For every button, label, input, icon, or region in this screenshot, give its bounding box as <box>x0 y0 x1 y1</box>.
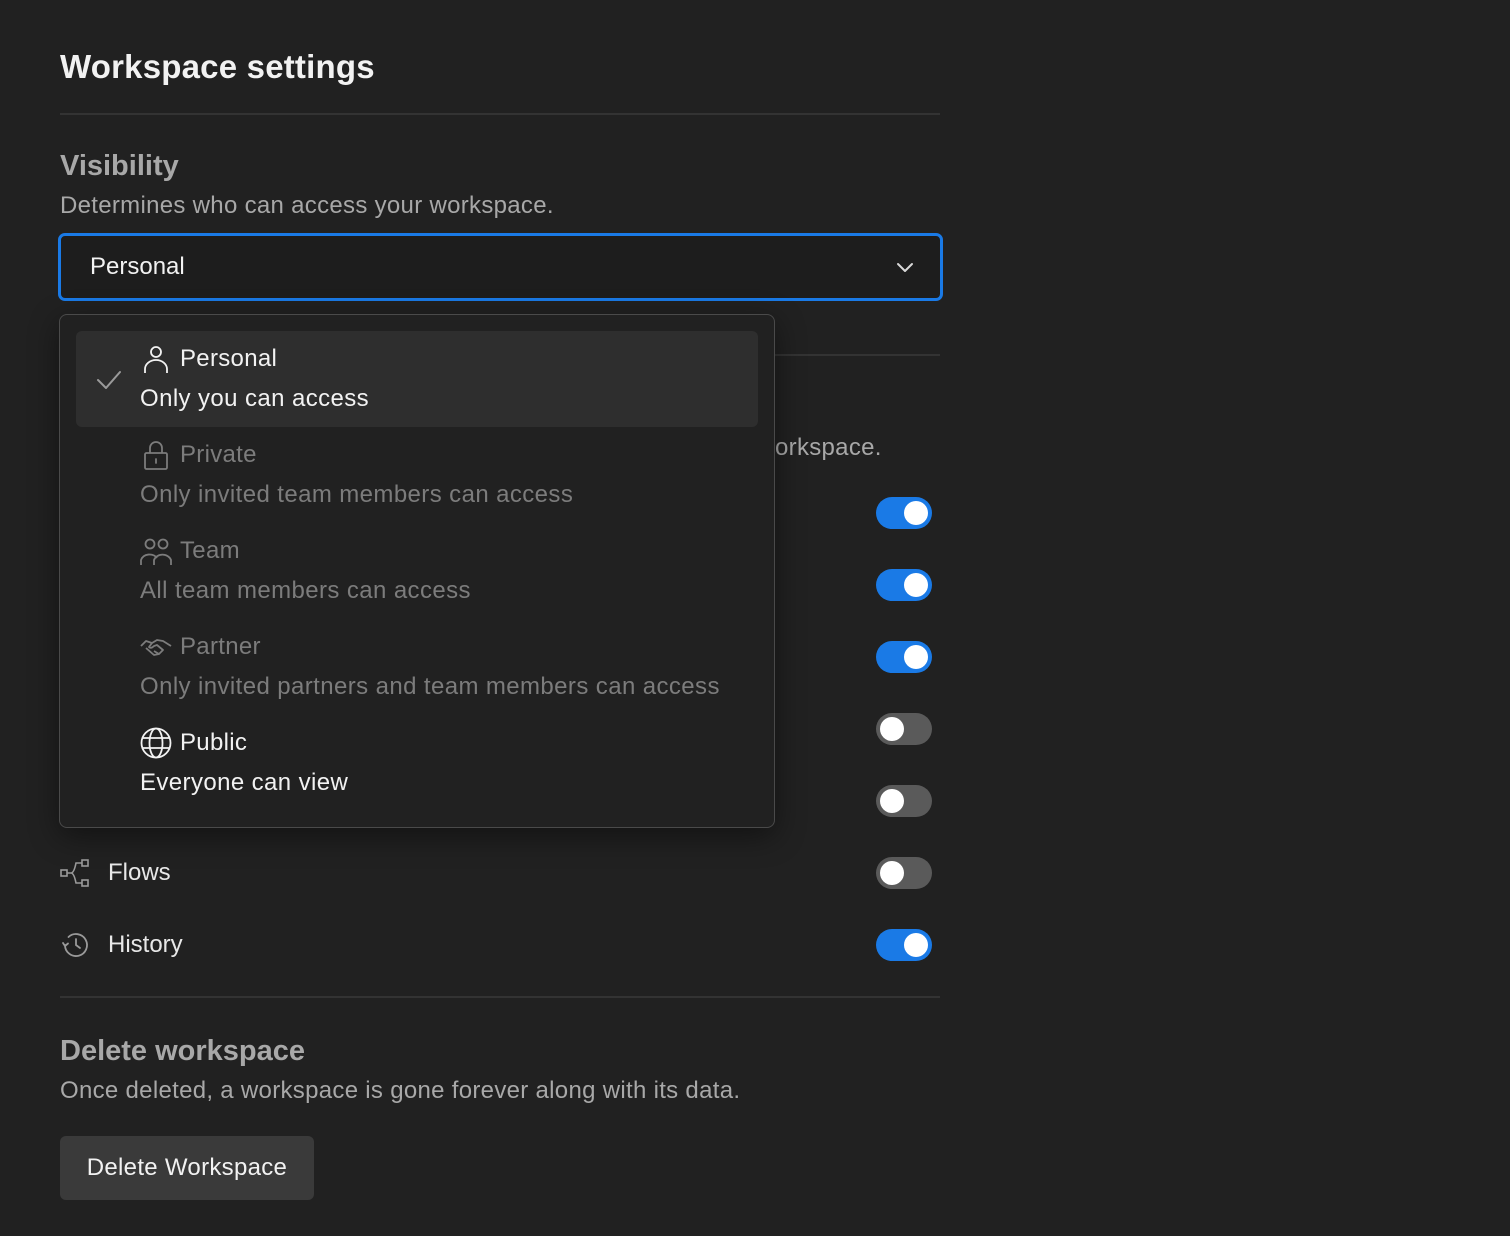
workspace-settings-page: Workspace settings Visibility Determines… <box>0 0 1510 1236</box>
toggle-knob <box>880 789 904 813</box>
toggle-knob <box>904 573 928 597</box>
visibility-option-team: Team All team members can access <box>76 523 758 619</box>
toggle-knob <box>880 717 904 741</box>
toggle-history[interactable] <box>876 929 932 961</box>
features-description-fragment: orkspace. <box>775 434 882 461</box>
option-label: Partner <box>180 633 261 660</box>
toggle-knob <box>880 861 904 885</box>
visibility-option-public[interactable]: Public Everyone can view <box>76 715 758 811</box>
visibility-select-value: Personal <box>90 253 185 280</box>
delete-heading: Delete workspace <box>60 1035 306 1067</box>
visibility-option-partner: Partner Only invited partners and team m… <box>76 619 758 715</box>
feature-toggle-3[interactable] <box>876 641 932 673</box>
page-title: Workspace settings <box>60 48 375 85</box>
visibility-description: Determines who can access your workspace… <box>60 192 554 219</box>
check-icon <box>97 371 121 389</box>
option-description: Only invited team members can access <box>140 481 574 508</box>
toggle-knob <box>904 933 928 957</box>
option-description: All team members can access <box>140 577 471 604</box>
feature-toggle-2[interactable] <box>876 569 932 601</box>
person-icon <box>144 346 168 373</box>
option-label: Private <box>180 441 257 468</box>
option-label: Personal <box>180 345 278 372</box>
feature-toggle-5[interactable] <box>876 785 932 817</box>
visibility-select[interactable]: Personal <box>58 233 943 301</box>
feature-toggle-1[interactable] <box>876 497 932 529</box>
option-label: Team <box>180 537 240 564</box>
option-description: Everyone can view <box>140 769 349 796</box>
visibility-heading: Visibility <box>60 150 179 182</box>
feature-label-flows: Flows <box>108 859 171 886</box>
toggle-knob <box>904 645 928 669</box>
visibility-option-personal[interactable]: Personal Only you can access <box>76 331 758 427</box>
delete-workspace-button[interactable]: Delete Workspace <box>60 1136 314 1200</box>
flows-icon <box>60 859 89 887</box>
feature-toggle-4[interactable] <box>876 713 932 745</box>
feature-row-history: History <box>60 927 183 963</box>
toggle-knob <box>904 501 928 525</box>
option-description: Only invited partners and team members c… <box>140 673 720 700</box>
option-label: Public <box>180 729 248 756</box>
team-icon <box>140 538 172 565</box>
visibility-option-private: Private Only invited team members can ac… <box>76 427 758 523</box>
delete-divider <box>60 996 940 998</box>
lock-icon <box>144 441 168 470</box>
option-description: Only you can access <box>140 385 370 412</box>
globe-icon <box>140 727 172 759</box>
feature-row-flows: Flows <box>60 855 171 891</box>
delete-description: Once deleted, a workspace is gone foreve… <box>60 1077 741 1104</box>
feature-label-history: History <box>108 931 183 958</box>
features-divider <box>775 354 940 356</box>
chevron-down-icon <box>897 263 913 272</box>
toggle-flows[interactable] <box>876 857 932 889</box>
history-icon <box>62 933 88 957</box>
header-divider <box>60 113 940 115</box>
handshake-icon <box>140 639 172 656</box>
visibility-dropdown-menu: Personal Only you can access Private Onl… <box>59 314 775 828</box>
